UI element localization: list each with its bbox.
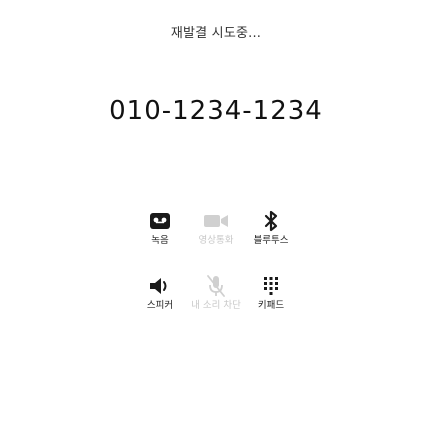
keypad-label: 키패드 [257, 300, 285, 311]
phone-number: 010-1234-1234 [109, 96, 323, 126]
call-status-text: 재발결 시도중... [170, 26, 262, 41]
bluetooth-label: 블루투스 [253, 235, 289, 246]
keypad-button[interactable]: 키패드 [226, 271, 316, 331]
bluetooth-button[interactable]: 블루투스 [226, 206, 316, 266]
